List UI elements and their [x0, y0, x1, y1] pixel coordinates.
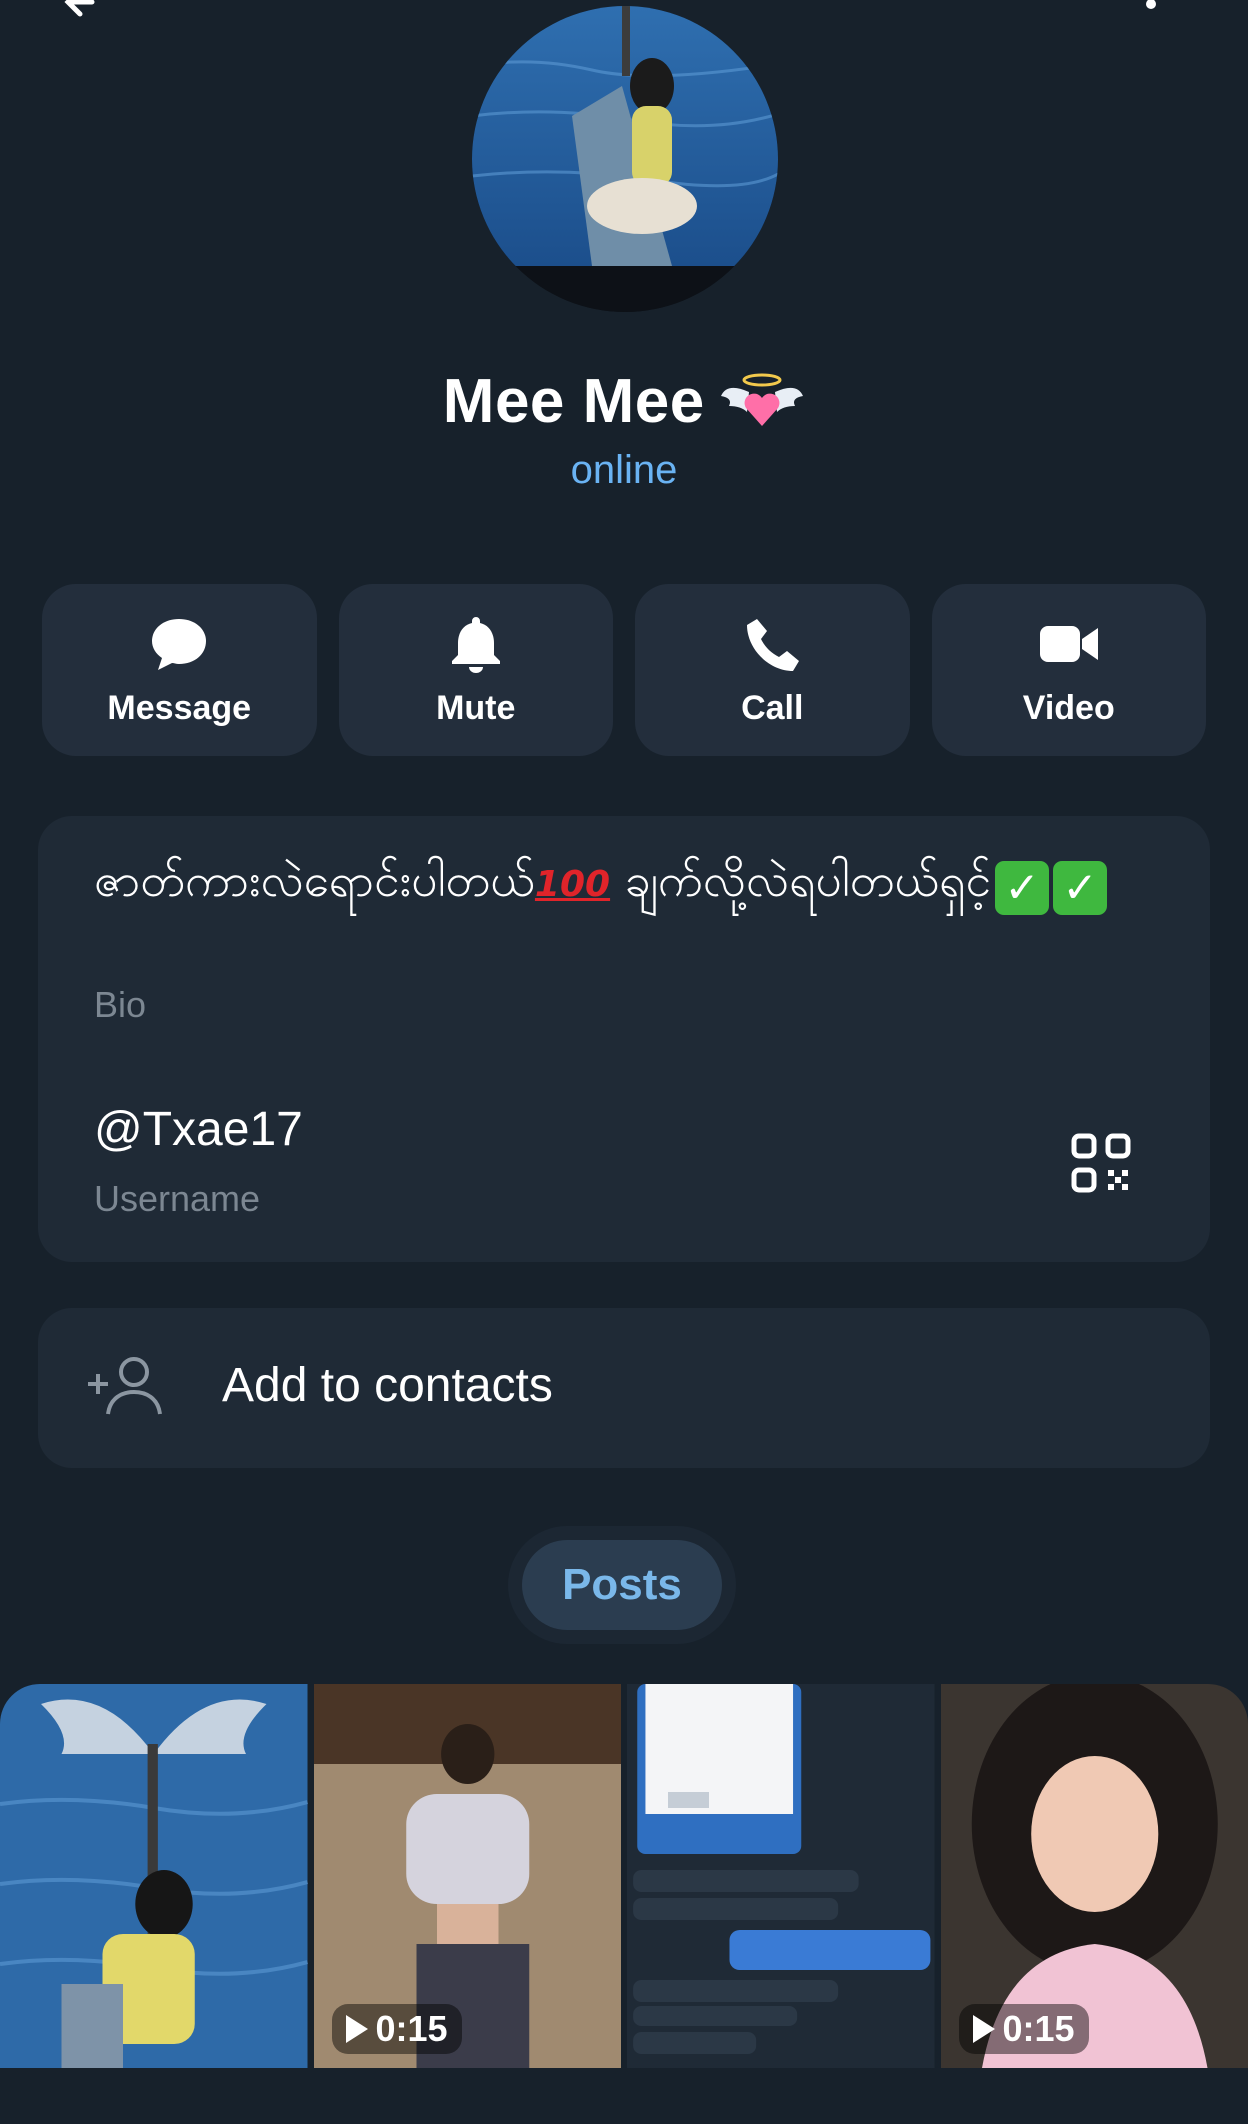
video-duration-badge: 0:15 [331, 2004, 462, 2054]
bell-icon [451, 616, 500, 673]
bio-text[interactable]: ဇာတ်ကားလဲရောင်းပါတယ်100 ချက်လို့လဲရပါတယ်… [94, 846, 1114, 919]
qr-code-icon[interactable] [1070, 1132, 1132, 1194]
mute-button[interactable]: Mute [338, 584, 613, 756]
username[interactable]: @Txae17 [94, 1102, 303, 1157]
video-button[interactable]: Video [931, 584, 1206, 756]
post-tile[interactable] [627, 1684, 935, 2068]
video-duration-badge: 0:15 [958, 2004, 1089, 2054]
video-camera-icon [1039, 625, 1098, 662]
posts-grid: 0:15 0:15 [0, 1684, 1248, 2068]
bio-label: Bio [94, 984, 147, 1025]
profile-status: online [570, 448, 678, 492]
call-button[interactable]: Call [635, 584, 910, 756]
username-label: Username [94, 1178, 261, 1219]
tab-bar: Posts [508, 1526, 736, 1644]
play-icon [972, 2015, 995, 2043]
mute-button-label: Mute [436, 688, 516, 727]
post-tile[interactable]: 0:15 [940, 1684, 1248, 2068]
message-button-label: Message [107, 688, 252, 727]
post-tile[interactable]: 0:15 [313, 1684, 621, 2068]
avatar[interactable] [472, 6, 778, 312]
bio-text-part-1: ဇာတ်ကားလဲရောင်းပါတယ် [94, 853, 535, 907]
action-buttons: Message Mute Call Video [42, 584, 1206, 756]
profile-name-row: Mee Mee [0, 366, 1248, 437]
hundred-points-emoji: 100 [534, 864, 611, 905]
chat-bubble-icon [152, 618, 207, 670]
profile-name: Mee Mee [442, 367, 705, 436]
video-duration: 0:15 [1002, 2008, 1075, 2049]
more-vertical-icon[interactable] [1136, 0, 1166, 12]
video-button-label: Video [1022, 688, 1115, 727]
add-to-contacts-label: Add to contacts [222, 1359, 553, 1412]
tab-posts[interactable]: Posts [522, 1540, 722, 1630]
info-card: ဇာတ်ကားလဲရောင်းပါတယ်100 ချက်လို့လဲရပါတယ်… [38, 816, 1210, 1262]
play-icon [345, 2015, 368, 2043]
call-button-label: Call [741, 688, 804, 727]
add-to-contacts-button[interactable]: Add to contacts [38, 1308, 1210, 1468]
heart-with-wings-icon [721, 373, 804, 426]
arrow-left-icon[interactable] [62, 0, 102, 22]
check-mark-icon: ✓ [995, 861, 1050, 915]
phone-icon [747, 618, 800, 671]
video-duration: 0:15 [375, 2008, 448, 2049]
post-tile[interactable] [0, 1684, 308, 2068]
check-mark-icon: ✓ [1053, 861, 1108, 915]
add-person-icon [88, 1357, 162, 1415]
message-button[interactable]: Message [42, 584, 317, 756]
bio-text-part-2: ချက်လို့လဲရပါတယ်ရှင့် [610, 853, 992, 907]
